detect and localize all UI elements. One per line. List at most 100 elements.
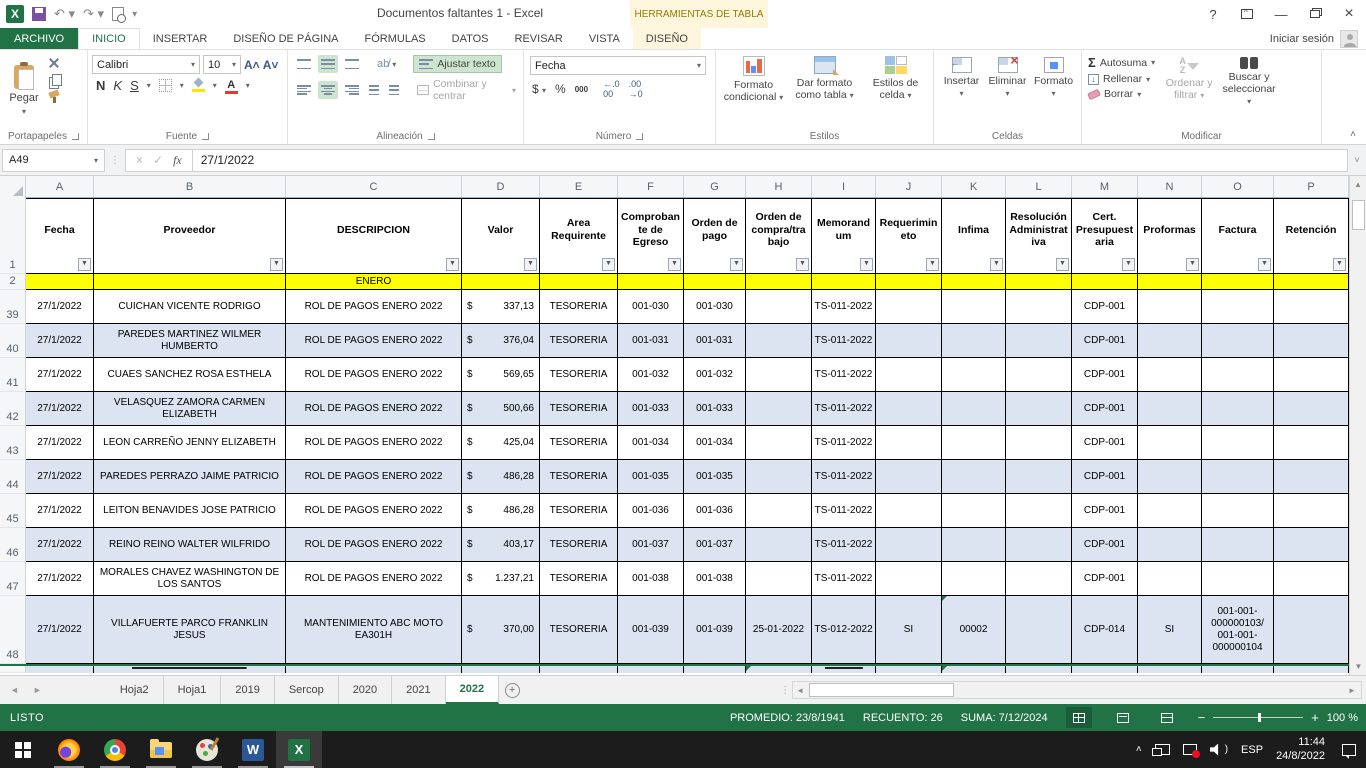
- confirm-entry-icon[interactable]: ✓: [153, 153, 163, 167]
- cell-D45[interactable]: $486,28: [462, 494, 540, 528]
- cell-G48[interactable]: 001-039: [684, 596, 746, 664]
- tab-scroll-splitter[interactable]: ⋮: [780, 676, 790, 704]
- cell-K47[interactable]: [942, 562, 1006, 596]
- sheet-tab-2019[interactable]: 2019: [221, 676, 274, 704]
- cell-D39[interactable]: $337,13: [462, 290, 540, 324]
- cell-P45[interactable]: [1274, 494, 1349, 528]
- cell-J43[interactable]: [876, 426, 942, 460]
- cell-B48[interactable]: VILLAFUERTE PARCO FRANKLIN JESUS: [94, 596, 286, 664]
- language-indicator[interactable]: ESP: [1241, 744, 1263, 756]
- partial-cell-B49[interactable]: [94, 666, 286, 673]
- customize-qat-icon[interactable]: ▾: [132, 9, 137, 20]
- cell-F40[interactable]: 001-031: [618, 324, 684, 358]
- cell-J46[interactable]: [876, 528, 942, 562]
- cell-M43[interactable]: CDP-001: [1072, 426, 1138, 460]
- format-as-table-button[interactable]: Dar formato como tabla ▾: [789, 53, 860, 128]
- cell-B41[interactable]: CUAES SANCHEZ ROSA ESTHELA: [94, 358, 286, 392]
- cell-K45[interactable]: [942, 494, 1006, 528]
- underline-button[interactable]: S: [130, 78, 139, 93]
- cell-B45[interactable]: LEITON BENAVIDES JOSE PATRICIO: [94, 494, 286, 528]
- cell-D44[interactable]: $486,28: [462, 460, 540, 494]
- cell-M44[interactable]: CDP-001: [1072, 460, 1138, 494]
- cell-J42[interactable]: [876, 392, 942, 426]
- collapse-ribbon-icon[interactable]: ˄: [1350, 129, 1356, 140]
- cell-D43[interactable]: $425,04: [462, 426, 540, 460]
- speaker-icon[interactable]: [1210, 744, 1222, 756]
- horizontal-scrollbar[interactable]: ◄ ►: [792, 681, 1362, 699]
- cell-G44[interactable]: 001-035: [684, 460, 746, 494]
- cell-L46[interactable]: [1006, 528, 1072, 562]
- table-header-D[interactable]: Valor▼: [462, 198, 540, 274]
- cell-A45[interactable]: 27/1/2022: [26, 494, 94, 528]
- clock[interactable]: 11:44 24/8/2022: [1276, 736, 1325, 764]
- cell-C48[interactable]: MANTENIMIENTO ABC MOTO EA301H: [286, 596, 462, 664]
- cell-P42[interactable]: [1274, 392, 1349, 426]
- font-dialog-launcher-icon[interactable]: [202, 133, 209, 140]
- cell-B46[interactable]: REINO REINO WALTER WILFRIDO: [94, 528, 286, 562]
- cell-I44[interactable]: TS-011-2022: [812, 460, 876, 494]
- accounting-format-button[interactable]: $ ▾: [532, 82, 546, 96]
- cell-B42[interactable]: VELASQUEZ ZAMORA CARMEN ELIZABETH: [94, 392, 286, 426]
- redo-icon[interactable]: ↷ ▾: [83, 6, 104, 22]
- restore-button[interactable]: [1298, 0, 1332, 28]
- cell-A46[interactable]: 27/1/2022: [26, 528, 94, 562]
- partial-cell-P49[interactable]: [1274, 666, 1349, 673]
- row-number-48[interactable]: 48: [0, 596, 26, 664]
- cell-K39[interactable]: [942, 290, 1006, 324]
- column-header-F[interactable]: F: [618, 176, 684, 197]
- row-number-45[interactable]: 45: [0, 494, 26, 528]
- taskbar-paint[interactable]: [184, 731, 230, 768]
- cell-B39[interactable]: CUICHAN VICENTE RODRIGO: [94, 290, 286, 324]
- horizontal-scroll-thumb[interactable]: [809, 683, 954, 697]
- cell-G41[interactable]: 001-032: [684, 358, 746, 392]
- column-header-A[interactable]: A: [26, 176, 94, 197]
- month-cell-G[interactable]: [684, 274, 746, 290]
- scroll-left-icon[interactable]: ◄: [793, 686, 807, 695]
- column-header-M[interactable]: M: [1072, 176, 1138, 197]
- number-format-select[interactable]: Fecha▾: [530, 56, 706, 75]
- ribbon-display-options-button[interactable]: [1230, 0, 1264, 28]
- cell-O39[interactable]: [1202, 290, 1274, 324]
- cell-G46[interactable]: 001-037: [684, 528, 746, 562]
- help-button[interactable]: ?: [1196, 0, 1230, 28]
- filter-button-K[interactable]: ▼: [990, 258, 1003, 271]
- format-painter-icon[interactable]: [48, 91, 60, 103]
- cell-K48[interactable]: 00002: [942, 596, 1006, 664]
- ribbon-tab-archivo[interactable]: ARCHIVO: [0, 28, 78, 49]
- cell-N41[interactable]: [1138, 358, 1202, 392]
- view-page-break-button[interactable]: [1154, 707, 1180, 728]
- cell-J48[interactable]: SI: [876, 596, 942, 664]
- cell-O42[interactable]: [1202, 392, 1274, 426]
- ribbon-tab-datos[interactable]: DATOS: [439, 28, 502, 49]
- cell-H44[interactable]: [746, 460, 812, 494]
- cell-I45[interactable]: TS-011-2022: [812, 494, 876, 528]
- column-header-G[interactable]: G: [684, 176, 746, 197]
- clear-button[interactable]: Borrar▾: [1088, 88, 1155, 100]
- decrease-decimal-button[interactable]: .00→0: [629, 79, 643, 99]
- taskbar-excel[interactable]: X: [276, 731, 322, 768]
- cell-L48[interactable]: [1006, 596, 1072, 664]
- fill-color-icon[interactable]: [192, 79, 205, 92]
- month-cell-C[interactable]: ENERO: [286, 274, 462, 290]
- cell-B43[interactable]: LEON CARREÑO JENNY ELIZABETH: [94, 426, 286, 460]
- cell-styles-button[interactable]: Estilos de celda ▾: [860, 53, 931, 128]
- minimize-button[interactable]: —: [1264, 0, 1298, 28]
- cell-F42[interactable]: 001-033: [618, 392, 684, 426]
- table-header-E[interactable]: Area Requirente▼: [540, 198, 618, 274]
- taskbar-chrome[interactable]: [92, 731, 138, 768]
- select-all-corner[interactable]: [0, 176, 26, 198]
- cell-B40[interactable]: PAREDES MARTINEZ WILMER HUMBERTO: [94, 324, 286, 358]
- cell-A41[interactable]: 27/1/2022: [26, 358, 94, 392]
- cell-K44[interactable]: [942, 460, 1006, 494]
- partial-cell-F49[interactable]: [618, 666, 684, 673]
- filter-button-A[interactable]: ▼: [78, 258, 91, 271]
- cell-N46[interactable]: [1138, 528, 1202, 562]
- cell-J45[interactable]: [876, 494, 942, 528]
- cell-I46[interactable]: TS-011-2022: [812, 528, 876, 562]
- align-right-button[interactable]: [342, 81, 362, 99]
- cell-J41[interactable]: [876, 358, 942, 392]
- format-cells-button[interactable]: Formato▾: [1031, 53, 1077, 128]
- row-number-2[interactable]: 2: [0, 274, 26, 290]
- cell-H42[interactable]: [746, 392, 812, 426]
- cell-D46[interactable]: $403,17: [462, 528, 540, 562]
